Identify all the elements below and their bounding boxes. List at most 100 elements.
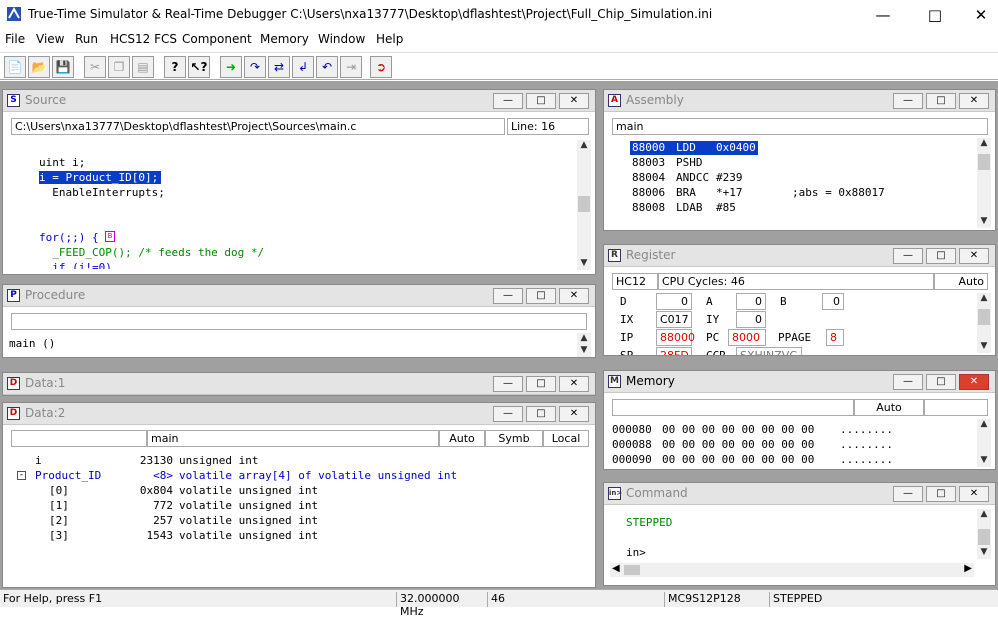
scroll-up-icon[interactable]: ▲ <box>977 138 991 150</box>
close-icon[interactable]: ✕ <box>559 93 589 109</box>
minimize-icon[interactable]: — <box>893 374 923 390</box>
scroll-down-icon[interactable]: ▼ <box>977 216 991 228</box>
cut-icon[interactable]: ✂ <box>84 56 106 78</box>
menu-window[interactable]: Window <box>318 32 365 46</box>
var-value[interactable]: 257 <box>103 514 173 527</box>
restore-icon[interactable]: □ <box>526 288 556 304</box>
close-icon[interactable]: ✕ <box>959 93 989 109</box>
restore-icon[interactable]: □ <box>526 93 556 109</box>
minimize-icon[interactable]: — <box>893 486 923 502</box>
help-icon[interactable]: ? <box>164 56 186 78</box>
save-icon[interactable]: 💾 <box>52 56 74 78</box>
menu-component[interactable]: Component <box>182 32 252 46</box>
menu-file[interactable]: File <box>5 32 25 46</box>
var-value[interactable]: 23130 <box>103 454 173 467</box>
data1-titlebar[interactable]: D Data:1 — □ ✕ <box>3 373 595 395</box>
close-icon[interactable]: ✕ <box>959 374 989 390</box>
single-step-icon[interactable]: ↷ <box>244 56 266 78</box>
restore-icon[interactable]: □ <box>926 374 956 390</box>
symbolic-format[interactable]: Symb <box>485 430 543 447</box>
menu-run[interactable]: Run <box>75 32 98 46</box>
command-prompt[interactable]: in> <box>626 546 646 559</box>
menu-view[interactable]: View <box>36 32 64 46</box>
mem-bytes[interactable]: 00 00 00 00 00 00 00 00 <box>662 453 814 466</box>
scroll-up-icon[interactable]: ▲ <box>977 509 991 521</box>
var-name[interactable]: [3] <box>49 529 69 542</box>
scroll-down-icon[interactable]: ▼ <box>577 345 591 357</box>
restore-icon[interactable]: □ <box>926 248 956 264</box>
register-titlebar[interactable]: R Register — □ ✕ <box>604 245 995 267</box>
scroll-up-icon[interactable]: ▲ <box>977 293 991 305</box>
reg-iy-value[interactable]: 0 <box>736 311 766 328</box>
context-help-icon[interactable]: ↖? <box>188 56 210 78</box>
command-hscrollbar[interactable]: ◀ ▶ <box>610 563 974 577</box>
var-value[interactable]: 1543 <box>103 529 174 542</box>
reg-b-value[interactable]: 0 <box>822 293 844 310</box>
reg-d-value[interactable]: 0 <box>656 293 692 310</box>
auto-mode[interactable]: Auto <box>439 430 485 447</box>
minimize-icon[interactable]: — <box>493 376 523 392</box>
close-icon[interactable]: ✕ <box>959 248 989 264</box>
data2-titlebar[interactable]: D Data:2 — □ ✕ <box>3 403 595 425</box>
close-icon[interactable]: ✕ <box>959 486 989 502</box>
restore-icon[interactable]: □ <box>926 486 956 502</box>
reg-ip-value[interactable]: 88000 <box>656 329 695 346</box>
var-value[interactable]: <8> <box>103 469 173 482</box>
mem-bytes[interactable]: 00 00 00 00 00 00 00 00 <box>662 438 814 451</box>
scroll-up-icon[interactable]: ▲ <box>977 419 991 431</box>
step-over-icon[interactable]: ⇄ <box>268 56 290 78</box>
scroll-down-icon[interactable]: ▼ <box>577 258 591 270</box>
procedure-scrollbar[interactable]: ▲ ▼ <box>577 333 591 357</box>
minimize-button[interactable]: — <box>860 0 906 30</box>
reg-ix-value[interactable]: C017 <box>656 311 692 328</box>
minimize-icon[interactable]: — <box>493 288 523 304</box>
procedure-item[interactable]: main () <box>9 337 55 350</box>
reg-sp-value[interactable]: 28FD <box>656 347 692 355</box>
hscroll-thumb[interactable] <box>624 565 640 575</box>
var-value[interactable]: 772 <box>103 499 173 512</box>
reg-ccr-value[interactable]: SXHINZVC <box>736 347 802 355</box>
close-icon[interactable]: ✕ <box>559 376 589 392</box>
close-icon[interactable]: ✕ <box>559 288 589 304</box>
restore-icon[interactable]: □ <box>926 93 956 109</box>
var-name[interactable]: [2] <box>49 514 69 527</box>
register-scrollbar[interactable]: ▲ ▼ <box>977 293 991 353</box>
minimize-icon[interactable]: — <box>893 93 923 109</box>
minimize-icon[interactable]: — <box>893 248 923 264</box>
var-name[interactable]: [1] <box>49 499 69 512</box>
minimize-icon[interactable]: — <box>493 406 523 422</box>
command-scrollbar[interactable]: ▲ ▼ <box>977 509 991 559</box>
menu-memory[interactable]: Memory <box>260 32 309 46</box>
command-titlebar[interactable]: in> Command — □ ✕ <box>604 483 995 505</box>
code-line-current[interactable]: i = Product_ID[0]; <box>39 171 162 184</box>
procedure-titlebar[interactable]: P Procedure — □ ✕ <box>3 285 595 307</box>
scroll-left-icon[interactable]: ◀ <box>612 563 620 574</box>
local-scope[interactable]: Local <box>543 430 589 447</box>
restore-icon[interactable]: □ <box>526 376 556 392</box>
collapse-icon[interactable]: - <box>17 471 26 480</box>
source-scrollbar[interactable]: ▲ ▼ <box>577 140 591 270</box>
assembly-scrollbar[interactable]: ▲ ▼ <box>977 138 991 228</box>
var-name[interactable]: i <box>35 454 42 467</box>
register-mode[interactable]: Auto <box>934 273 988 290</box>
maximize-button[interactable]: □ <box>912 0 958 30</box>
open-folder-icon[interactable]: 📂 <box>28 56 50 78</box>
memory-scrollbar[interactable]: ▲ ▼ <box>977 419 991 467</box>
var-name[interactable]: [0] <box>49 484 69 497</box>
reset-icon[interactable]: ➲ <box>370 56 392 78</box>
scroll-up-icon[interactable]: ▲ <box>577 333 591 345</box>
paste-icon[interactable]: ▤ <box>132 56 154 78</box>
halt-icon[interactable]: ⇥ <box>340 56 362 78</box>
menu-help[interactable]: Help <box>376 32 403 46</box>
memory-titlebar[interactable]: M Memory — □ ✕ <box>604 371 995 393</box>
reg-pc-value[interactable]: 8000 <box>728 329 766 346</box>
minimize-icon[interactable]: — <box>493 93 523 109</box>
close-icon[interactable]: ✕ <box>559 406 589 422</box>
step-out-icon[interactable]: ↲ <box>292 56 314 78</box>
source-titlebar[interactable]: S Source — □ ✕ <box>3 90 595 112</box>
menu-hcs12-fcs[interactable]: HCS12 FCS <box>110 32 177 46</box>
scroll-down-icon[interactable]: ▼ <box>977 547 991 559</box>
scroll-up-icon[interactable]: ▲ <box>577 140 591 152</box>
scroll-right-icon[interactable]: ▶ <box>964 563 972 574</box>
scroll-down-icon[interactable]: ▼ <box>977 455 991 467</box>
